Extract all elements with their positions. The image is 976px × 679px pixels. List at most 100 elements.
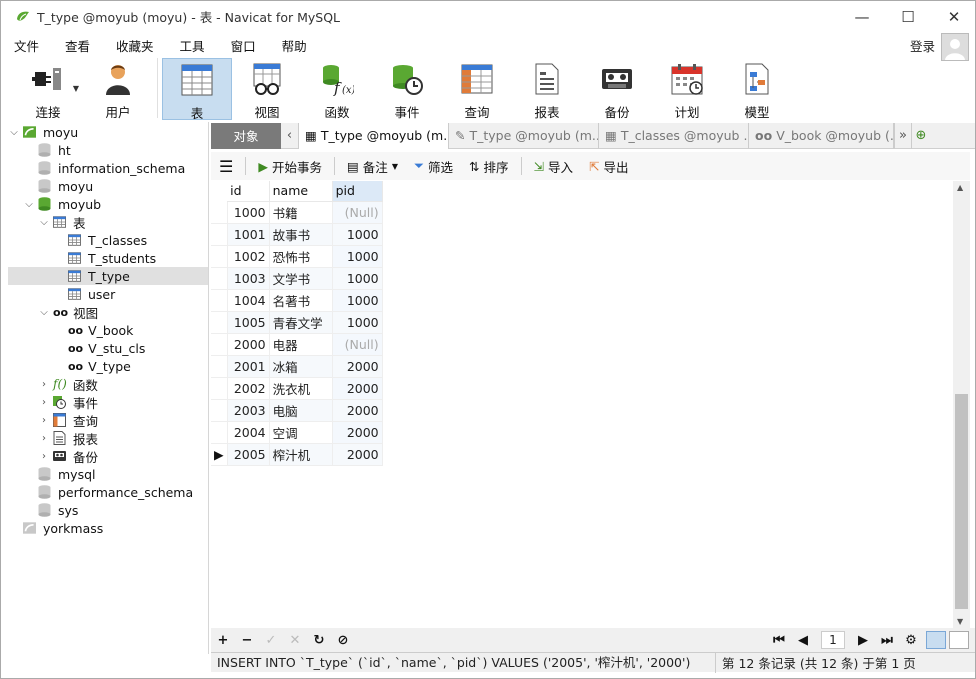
tree-view-v-type[interactable]: oo V_type xyxy=(68,357,131,375)
cell-name[interactable]: 青春文学 xyxy=(269,311,333,334)
table-row[interactable]: 2001 冰箱 2000 xyxy=(211,355,383,378)
column-header-pid[interactable]: pid xyxy=(332,181,383,202)
cell-id[interactable]: 1000 xyxy=(227,201,270,224)
first-page-button[interactable]: ⏮ xyxy=(767,633,791,648)
toolbar-user-button[interactable]: 用户 xyxy=(83,58,153,120)
tree-db-sys[interactable]: sys xyxy=(38,501,78,519)
tab-v-book[interactable]: oo V_book @moyub (... xyxy=(749,122,894,149)
chevron-down-icon[interactable]: ⌵ xyxy=(38,307,50,318)
tree-group-queries[interactable]: › 查询 xyxy=(38,411,98,429)
cell-pid[interactable]: 1000 xyxy=(332,245,383,268)
chevron-down-icon[interactable]: ⌵ xyxy=(8,127,20,138)
tab-t-type-data[interactable]: ▦ T_type @moyub (m... xyxy=(299,122,449,149)
cell-id[interactable]: 2005 xyxy=(227,443,270,466)
tree-group-backups[interactable]: › 备份 xyxy=(38,447,98,465)
tree-table-t-classes[interactable]: T_classes xyxy=(68,231,147,249)
cell-id[interactable]: 1004 xyxy=(227,289,270,312)
scrollbar-thumb[interactable] xyxy=(955,394,968,609)
tab-objects[interactable]: 对象 xyxy=(211,122,281,149)
chevron-down-icon[interactable]: ⌵ xyxy=(23,199,35,210)
discard-changes-button[interactable]: ✕ xyxy=(283,633,307,648)
tree-group-tables[interactable]: ⌵ 表 xyxy=(38,213,85,231)
cell-name[interactable]: 书籍 xyxy=(269,201,333,224)
table-row[interactable]: 1005 青春文学 1000 xyxy=(211,311,383,334)
cell-name[interactable]: 名著书 xyxy=(269,289,333,312)
avatar[interactable] xyxy=(941,33,969,61)
cell-id[interactable]: 1001 xyxy=(227,223,270,246)
toolbar-table-button[interactable]: 表 xyxy=(162,58,232,121)
table-row[interactable]: 1002 恐怖书 1000 xyxy=(211,245,383,268)
chevron-right-icon[interactable]: › xyxy=(38,451,50,462)
close-button[interactable]: ✕ xyxy=(931,1,975,32)
chevron-down-icon[interactable]: ▼ xyxy=(73,84,79,93)
cell-pid[interactable]: 2000 xyxy=(332,399,383,422)
note-button[interactable]: ▤ 备注 ▼ xyxy=(339,157,406,176)
tree-db-ht[interactable]: ht xyxy=(38,141,71,159)
toolbar-model-button[interactable]: 模型 xyxy=(722,58,792,120)
table-row[interactable]: 2002 洗衣机 2000 xyxy=(211,377,383,400)
tree-view-v-stu-cls[interactable]: oo V_stu_cls xyxy=(68,339,145,357)
grid-menu-button[interactable]: ☰ xyxy=(211,157,241,176)
chevron-right-icon[interactable]: › xyxy=(38,415,50,426)
table-row[interactable]: 1003 文学书 1000 xyxy=(211,267,383,290)
tree-group-views[interactable]: ⌵ oo 视图 xyxy=(38,303,98,321)
table-row[interactable]: 1001 故事书 1000 xyxy=(211,223,383,246)
menu-window[interactable]: 窗口 xyxy=(218,36,269,55)
menu-file[interactable]: 文件 xyxy=(1,36,52,55)
add-record-button[interactable]: + xyxy=(211,633,235,648)
tree-db-moyu[interactable]: moyu xyxy=(38,177,93,195)
next-page-button[interactable]: ▶ xyxy=(851,633,875,648)
last-page-button[interactable]: ⏭ xyxy=(875,633,899,648)
cell-id[interactable]: 1005 xyxy=(227,311,270,334)
cell-pid[interactable]: 1000 xyxy=(332,311,383,334)
filter-button[interactable]: ⏷ 筛选 xyxy=(406,157,461,176)
toolbar-query-button[interactable]: 查询 xyxy=(442,58,512,120)
tree-connection-moyu[interactable]: ⌵ moyu xyxy=(8,123,78,141)
cell-pid[interactable]: 2000 xyxy=(332,443,383,466)
toolbar-schedule-button[interactable]: 计划 xyxy=(652,58,722,120)
grid-view-button[interactable] xyxy=(926,631,946,649)
table-row[interactable]: 1004 名著书 1000 xyxy=(211,289,383,312)
cell-pid[interactable]: (Null) xyxy=(332,201,383,224)
maximize-button[interactable]: ☐ xyxy=(885,1,931,32)
cell-pid[interactable]: (Null) xyxy=(332,333,383,356)
tree-group-reports[interactable]: › 报表 xyxy=(38,429,98,447)
page-number-input[interactable]: 1 xyxy=(821,631,845,649)
chevron-down-icon[interactable]: ⌵ xyxy=(38,217,50,228)
cell-name[interactable]: 电脑 xyxy=(269,399,333,422)
table-row[interactable]: 2000 电器 (Null) xyxy=(211,333,383,356)
column-header-id[interactable]: id xyxy=(227,181,270,202)
tree-table-t-type[interactable]: T_type xyxy=(8,267,208,285)
toolbar-report-button[interactable]: 报表 xyxy=(512,58,582,120)
cell-id[interactable]: 1003 xyxy=(227,267,270,290)
menu-favorites[interactable]: 收藏夹 xyxy=(103,36,167,55)
refresh-icon[interactable]: ↻ xyxy=(307,633,331,648)
toolbar-backup-button[interactable]: 备份 xyxy=(582,58,652,120)
cell-pid[interactable]: 1000 xyxy=(332,223,383,246)
cell-pid[interactable]: 2000 xyxy=(332,377,383,400)
cell-name[interactable]: 文学书 xyxy=(269,267,333,290)
chevron-right-icon[interactable]: › xyxy=(38,379,50,390)
cell-pid[interactable]: 2000 xyxy=(332,355,383,378)
cell-pid[interactable]: 1000 xyxy=(332,289,383,312)
cell-name[interactable]: 空调 xyxy=(269,421,333,444)
begin-transaction-button[interactable]: ▶ 开始事务 xyxy=(250,157,330,176)
tab-t-classes[interactable]: ▦ T_classes @moyub ... xyxy=(599,122,749,149)
toolbar-connection-button[interactable]: 连接 ▼ xyxy=(13,58,83,120)
minimize-button[interactable]: — xyxy=(839,1,885,32)
cell-pid[interactable]: 2000 xyxy=(332,421,383,444)
cell-id[interactable]: 2001 xyxy=(227,355,270,378)
previous-page-button[interactable]: ◀ xyxy=(791,633,815,648)
tree-db-moyub[interactable]: ⌵ moyub xyxy=(23,195,101,213)
tree-db-performance-schema[interactable]: performance_schema xyxy=(38,483,193,501)
tree-db-mysql[interactable]: mysql xyxy=(38,465,96,483)
menu-tools[interactable]: 工具 xyxy=(167,36,218,55)
stop-icon[interactable]: ⊘ xyxy=(331,633,355,648)
vertical-scrollbar[interactable]: ▲ ▼ xyxy=(953,181,970,628)
cell-pid[interactable]: 1000 xyxy=(332,267,383,290)
new-tab-button[interactable]: ⊕ xyxy=(912,123,930,149)
table-row[interactable]: 2003 电脑 2000 xyxy=(211,399,383,422)
scroll-down-icon[interactable]: ▼ xyxy=(957,617,963,626)
tree-table-user[interactable]: user xyxy=(68,285,115,303)
apply-changes-button[interactable]: ✓ xyxy=(259,633,283,648)
